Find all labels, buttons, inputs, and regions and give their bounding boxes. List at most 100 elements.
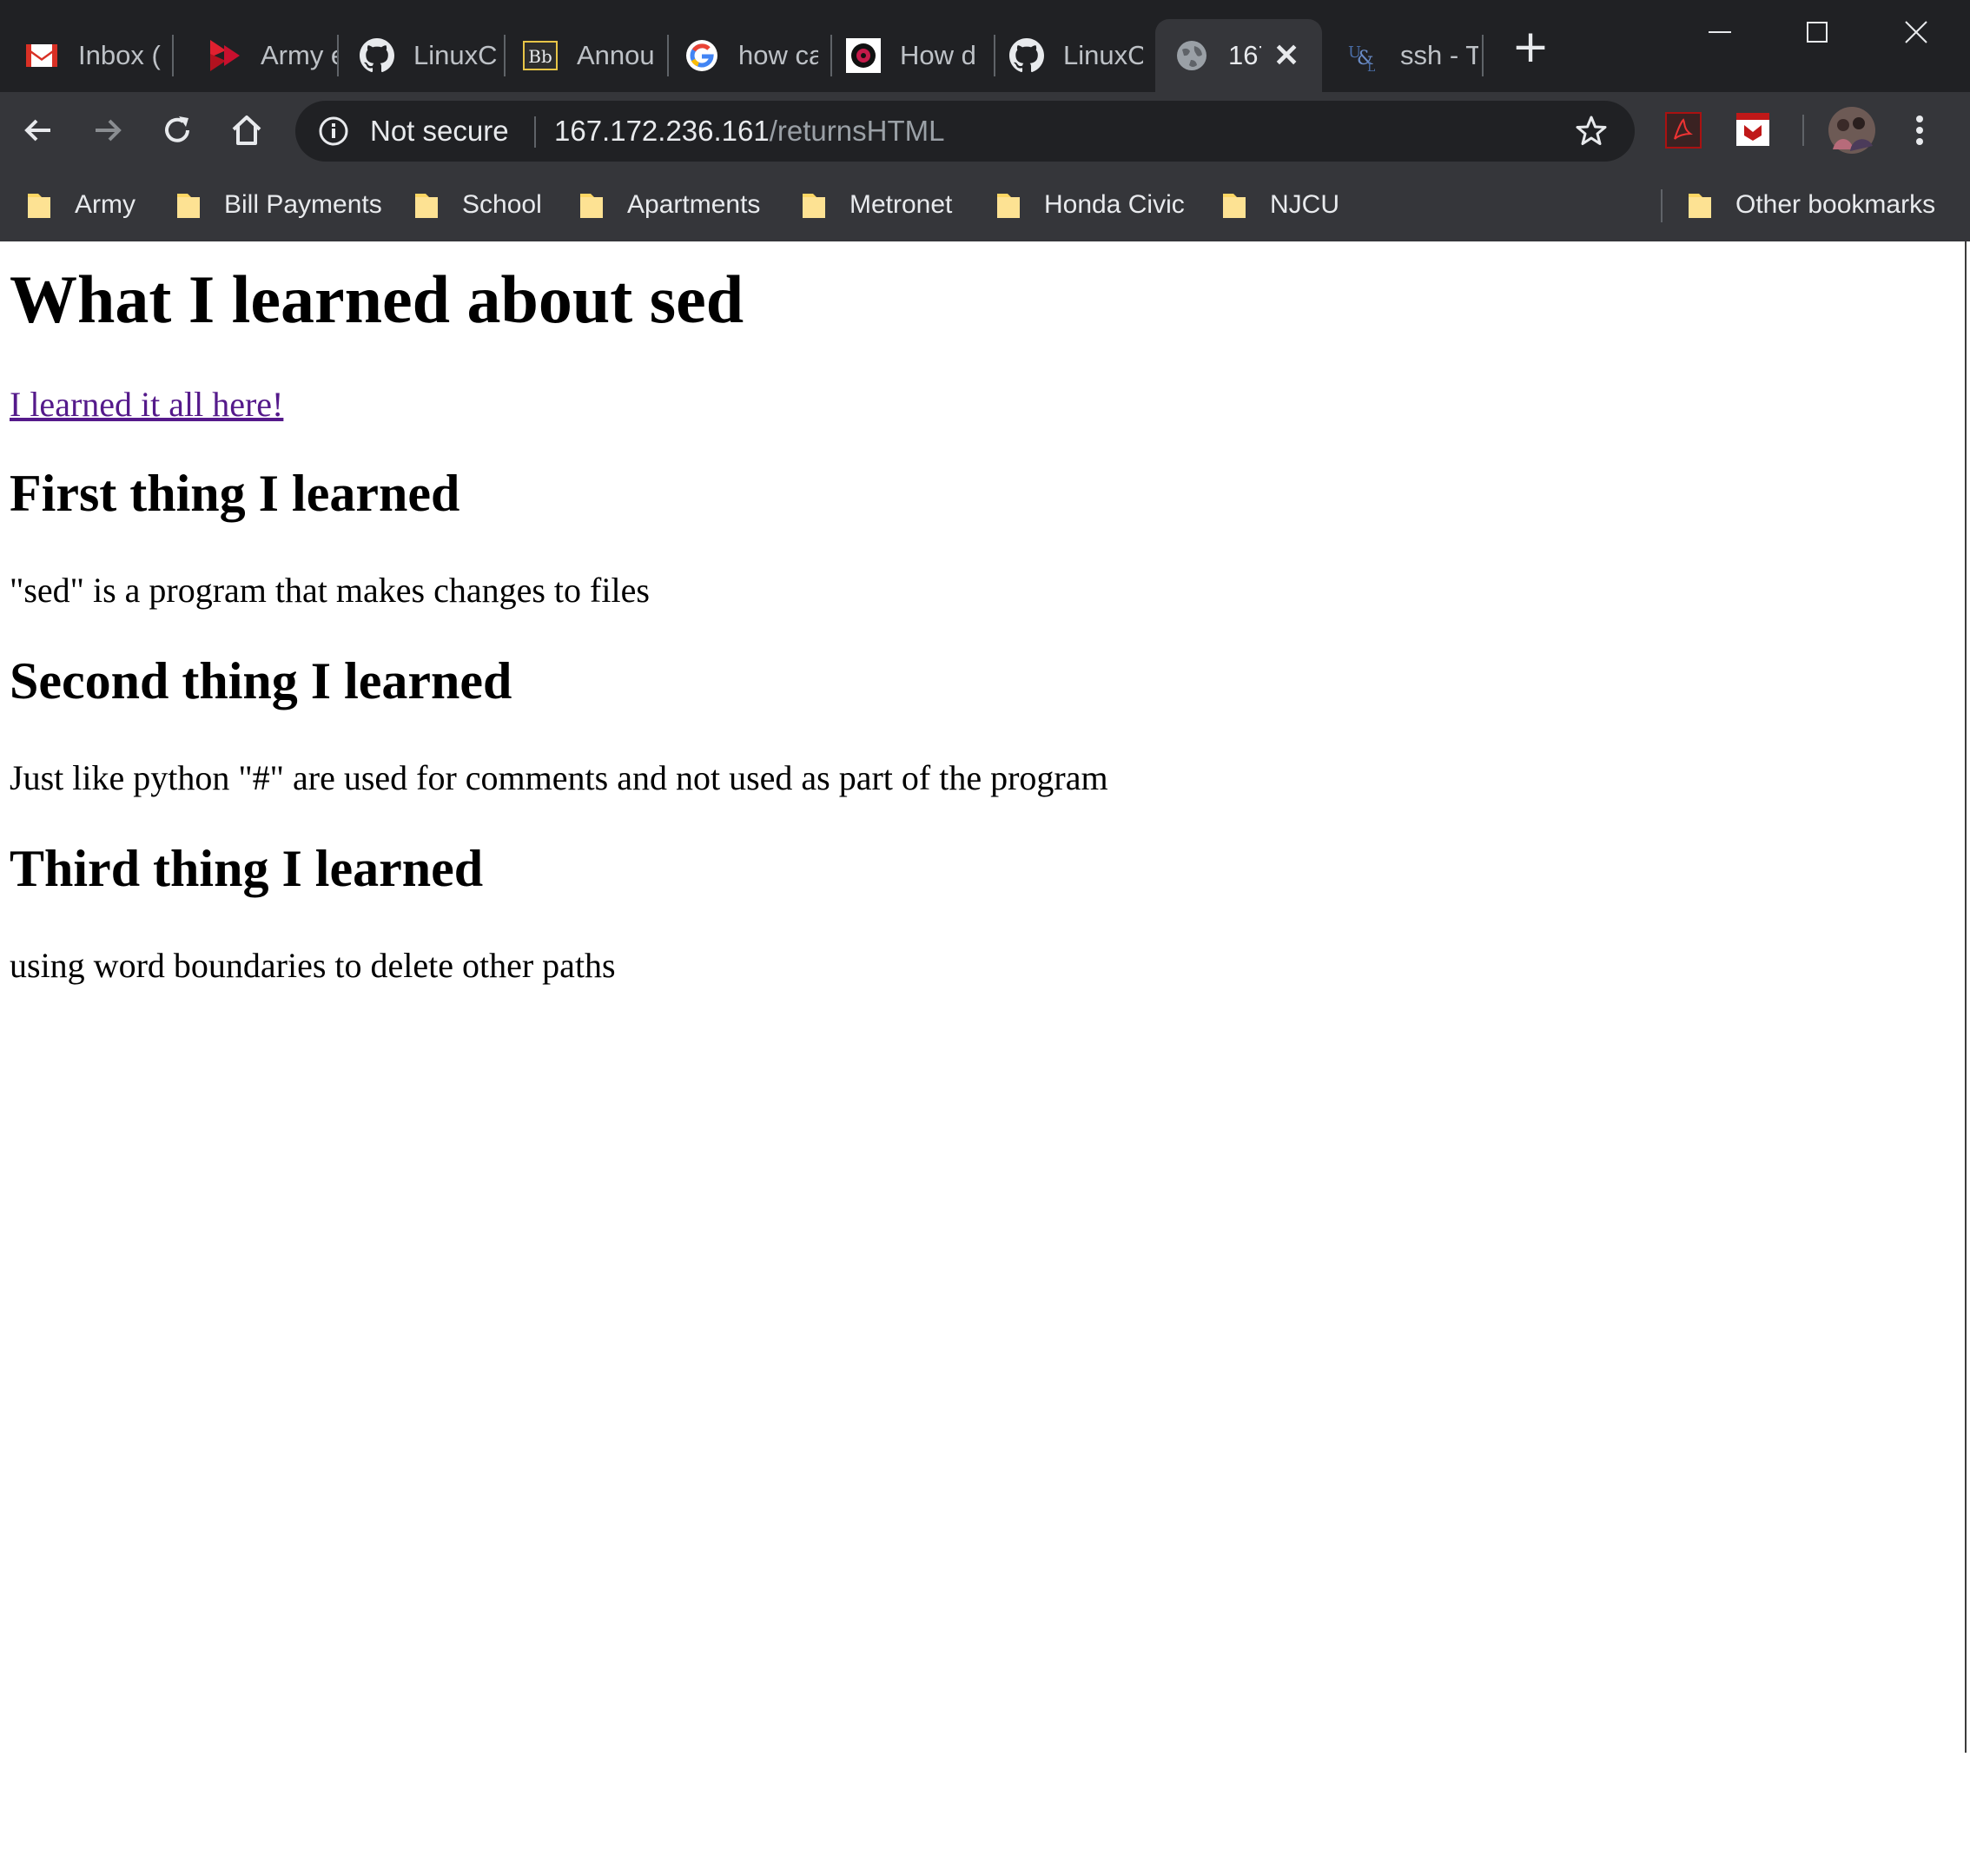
browser-chrome: Inbox ( Army e LinuxC Bb Annou how ca Ho… <box>0 0 1970 241</box>
globe-icon <box>1174 38 1209 73</box>
bookmark-label: Bill Payments <box>224 190 382 219</box>
url-text[interactable]: 167.172.236.161/returnsHTML <box>554 115 944 148</box>
url-host: 167.172.236.161 <box>554 115 770 147</box>
folder-icon <box>413 190 440 220</box>
tab-title: Army e <box>261 40 339 70</box>
bookmark-star-icon[interactable] <box>1574 114 1609 152</box>
bookmark-label: School <box>462 190 542 219</box>
tab-linuxc-1[interactable]: LinuxC <box>335 19 502 92</box>
github-icon <box>1009 38 1044 73</box>
folder-icon <box>801 190 827 220</box>
tab-google-search[interactable]: how ca <box>660 19 830 92</box>
section-text-third: using word boundaries to delete other pa… <box>10 946 616 985</box>
tab-how-do[interactable]: How d <box>822 19 992 92</box>
tab-title: Inbox ( <box>78 40 161 70</box>
gmail-icon <box>24 38 59 73</box>
mcafee-extension-icon[interactable] <box>1732 109 1774 151</box>
arrow-left-icon <box>24 119 50 142</box>
new-tab-button[interactable]: + <box>1510 24 1551 69</box>
tab-divider <box>172 35 174 76</box>
folder-icon <box>995 190 1021 220</box>
bookmark-metronet[interactable]: Metronet <box>801 186 952 224</box>
maximize-button[interactable] <box>1768 0 1866 64</box>
tab-announcements[interactable]: Bb Annou <box>499 19 665 92</box>
tab-title: LinuxC <box>413 40 497 70</box>
army-icon <box>207 38 241 73</box>
page-content: What I learned about sed I learned it al… <box>0 241 1965 1753</box>
learned-here-link[interactable]: I learned it all here! <box>10 384 283 425</box>
tab-title: How d <box>900 40 976 70</box>
section-text-second: Just like python "#" are used for commen… <box>10 758 1108 797</box>
bookmark-label: Honda Civic <box>1044 190 1185 219</box>
tab-title: 167 <box>1228 40 1261 70</box>
minimize-button[interactable] <box>1671 0 1768 64</box>
close-tab-icon[interactable]: ✕ <box>1273 40 1299 71</box>
tab-title: ssh - Ti <box>1400 40 1478 70</box>
bookmark-school[interactable]: School <box>413 186 542 224</box>
folder-icon <box>175 190 202 220</box>
close-icon <box>1905 21 1927 43</box>
bookmark-label: Apartments <box>627 190 761 219</box>
tab-ssh[interactable]: U & L ssh - Ti <box>1322 19 1484 92</box>
page-title: What I learned about sed <box>10 261 744 337</box>
bookmark-label: Metronet <box>849 190 953 219</box>
home-button[interactable] <box>222 106 271 155</box>
bookmark-label: Other bookmarks <box>1735 190 1936 219</box>
toolbar-divider <box>1802 115 1804 146</box>
bookmark-apartments[interactable]: Apartments <box>578 186 760 224</box>
unix-linux-icon: U & L <box>1346 38 1381 73</box>
forward-button[interactable] <box>83 106 132 155</box>
section-heading-third: Third thing I learned <box>10 840 484 897</box>
section-heading-second: Second thing I learned <box>10 652 512 710</box>
folder-icon <box>578 190 605 220</box>
window-edge <box>1965 241 1967 1753</box>
blackboard-icon: Bb <box>523 38 558 73</box>
tab-title: how ca <box>738 40 818 70</box>
tab-linuxc-2[interactable]: LinuxC <box>985 19 1155 92</box>
tab-army[interactable]: Army e <box>182 19 339 92</box>
folder-icon <box>26 190 52 220</box>
google-icon <box>684 38 719 73</box>
security-label[interactable]: Not secure <box>370 115 509 148</box>
bookmark-honda-civic[interactable]: Honda Civic <box>995 186 1185 224</box>
bookmark-bill-payments[interactable]: Bill Payments <box>175 186 382 224</box>
bookmark-njcu[interactable]: NJCU <box>1221 186 1339 224</box>
tab-divider <box>1482 35 1484 76</box>
section-text-first: "sed" is a program that makes changes to… <box>10 571 650 610</box>
arrow-right-icon <box>96 119 122 142</box>
toolbar: Not secure 167.172.236.161/returnsHTML <box>0 92 1970 168</box>
folder-icon <box>1687 190 1713 220</box>
tab-inbox[interactable]: Inbox ( <box>0 19 170 92</box>
raspberry-icon <box>846 38 881 73</box>
folder-icon <box>1221 190 1247 220</box>
tab-active-167[interactable]: 167 ✕ <box>1155 19 1322 92</box>
tab-title: Annou <box>577 40 655 70</box>
address-bar[interactable]: Not secure 167.172.236.161/returnsHTML <box>295 101 1635 162</box>
back-button[interactable] <box>14 106 63 155</box>
section-heading-first: First thing I learned <box>10 465 460 522</box>
home-icon <box>232 116 261 145</box>
adobe-acrobat-extension-icon[interactable] <box>1663 109 1704 151</box>
bookmarks-bar: Army Bill Payments School Apartments Met… <box>0 168 1970 241</box>
bookmark-other-bookmarks[interactable]: Other bookmarks <box>1687 186 1935 224</box>
chrome-menu-button[interactable] <box>1899 109 1940 151</box>
minimize-icon <box>1709 31 1731 33</box>
bookmark-label: NJCU <box>1270 190 1339 219</box>
more-vert-icon <box>1916 116 1923 145</box>
tab-title: LinuxC <box>1063 40 1143 70</box>
svg-text:Bb: Bb <box>528 46 552 67</box>
bookmarks-divider <box>1661 189 1663 222</box>
url-path: /returnsHTML <box>769 115 945 147</box>
tab-strip: Inbox ( Army e LinuxC Bb Annou how ca Ho… <box>0 0 1970 92</box>
github-icon <box>360 38 394 73</box>
bookmark-army[interactable]: Army <box>26 186 136 224</box>
reload-button[interactable] <box>153 106 202 155</box>
svg-text:L: L <box>1367 61 1375 73</box>
maximize-icon <box>1807 22 1828 43</box>
info-icon[interactable] <box>318 116 349 150</box>
omnibox-divider <box>534 116 536 148</box>
bookmark-label: Army <box>75 190 136 219</box>
reload-icon <box>165 116 189 142</box>
close-window-button[interactable] <box>1868 0 1965 64</box>
avatar[interactable] <box>1828 106 1876 155</box>
